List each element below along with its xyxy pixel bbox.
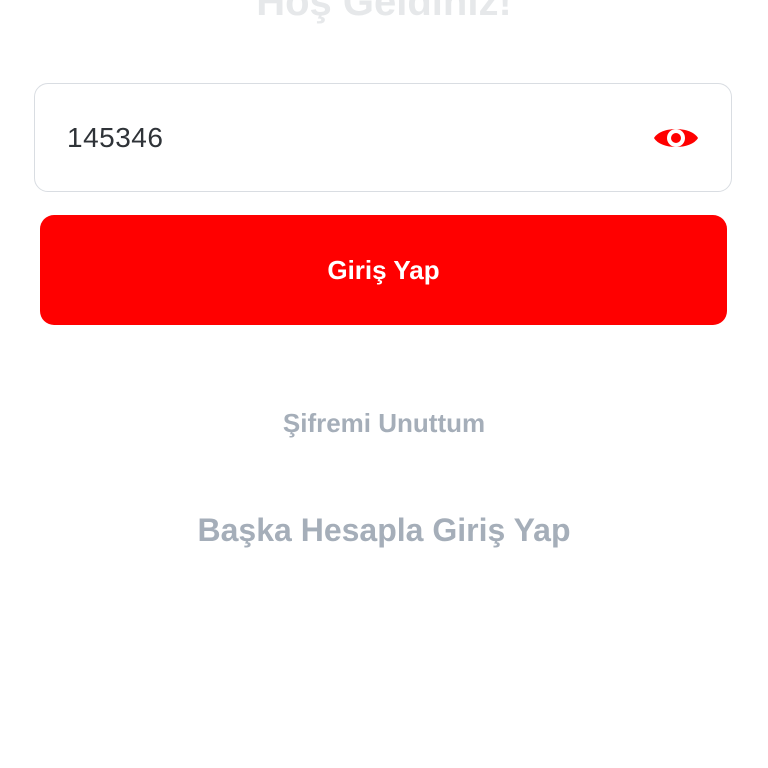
eye-icon xyxy=(654,129,698,147)
login-button[interactable]: Giriş Yap xyxy=(40,215,727,325)
forgot-password-link[interactable]: Şifremi Unuttum xyxy=(0,403,768,443)
show-password-toggle[interactable] xyxy=(649,118,703,158)
password-field[interactable] xyxy=(34,83,732,192)
other-account-login-link[interactable]: Başka Hesapla Giriş Yap xyxy=(0,508,768,552)
password-input[interactable] xyxy=(67,114,627,162)
page-title: Hoş Geldiniz! xyxy=(256,0,512,24)
